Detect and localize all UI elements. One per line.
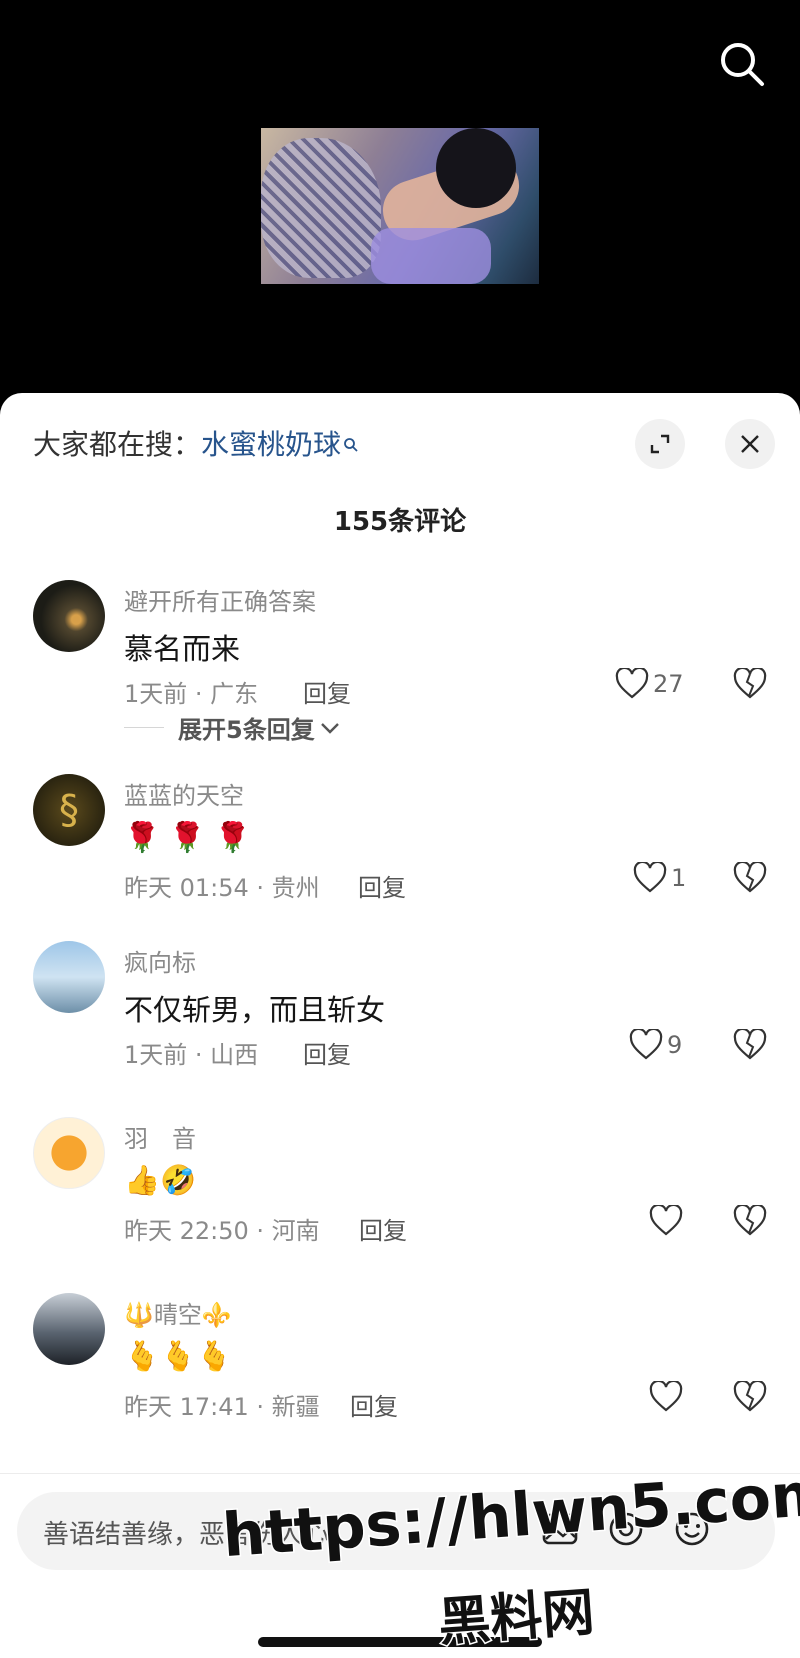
- reply-button[interactable]: 回复: [359, 1211, 407, 1246]
- heart-icon: [629, 1029, 663, 1060]
- comment-author[interactable]: 🔱晴空⚜️: [124, 1295, 232, 1330]
- comment-author[interactable]: 蓝蓝的天空: [124, 776, 244, 811]
- expand-replies-label: 展开5条回复: [178, 716, 315, 744]
- hot-search-bar[interactable]: 大家都在搜：水蜜桃奶球: [33, 423, 359, 463]
- comment-sheet: 大家都在搜：水蜜桃奶球 155条评论 避开所有正确答案 慕名而来 1天前 · 广…: [0, 393, 800, 1657]
- like-button[interactable]: 1: [633, 862, 686, 894]
- broken-heart-icon: [733, 666, 767, 699]
- heart-icon: [649, 1381, 683, 1412]
- dislike-button[interactable]: [733, 1203, 767, 1241]
- comment-count: 155条评论: [333, 507, 467, 537]
- heart-icon: [633, 862, 667, 893]
- reply-button[interactable]: 回复: [358, 868, 406, 903]
- search-icon: [343, 427, 359, 460]
- avatar[interactable]: [33, 580, 105, 652]
- video-area[interactable]: [0, 0, 800, 400]
- dislike-button[interactable]: [733, 860, 767, 898]
- comment-text: 👍🤣: [124, 1163, 197, 1197]
- close-button[interactable]: [725, 419, 775, 469]
- comment-meta: 昨天 17:41 · 新疆: [124, 1393, 320, 1421]
- fullscreen-button[interactable]: [635, 419, 685, 469]
- reply-button[interactable]: 回复: [303, 1035, 351, 1070]
- comment-author[interactable]: 羽 音: [124, 1119, 196, 1154]
- comment-meta: 1天前 · 广东: [124, 680, 259, 708]
- avatar[interactable]: [33, 941, 105, 1013]
- comment-text: 🌹 🌹 🌹: [124, 820, 251, 854]
- broken-heart-icon: [733, 1027, 767, 1060]
- like-button[interactable]: [649, 1381, 683, 1413]
- comment-author[interactable]: 避开所有正确答案: [124, 582, 316, 617]
- comment-meta: 昨天 01:54 · 贵州: [124, 874, 320, 902]
- broken-heart-icon: [733, 860, 767, 893]
- comment-text: 慕名而来: [124, 632, 241, 666]
- heart-icon: [615, 668, 649, 699]
- reply-button[interactable]: 回复: [350, 1387, 398, 1422]
- avatar[interactable]: [33, 1293, 105, 1365]
- like-button[interactable]: 9: [629, 1029, 682, 1061]
- like-count: 9: [667, 1031, 683, 1059]
- dislike-button[interactable]: [733, 1379, 767, 1417]
- comment-text: 🫰🫰🫰: [124, 1339, 233, 1373]
- search-icon[interactable]: [718, 40, 766, 88]
- comment-meta: 昨天 22:50 · 河南: [124, 1217, 320, 1245]
- divider: [124, 727, 164, 728]
- comment-author[interactable]: 疯向标: [124, 943, 196, 978]
- dislike-button[interactable]: [733, 1027, 767, 1065]
- like-count: 27: [653, 670, 684, 698]
- like-button[interactable]: 27: [615, 668, 684, 700]
- like-button[interactable]: [649, 1205, 683, 1237]
- expand-icon: [650, 434, 670, 454]
- chevron-down-icon: [320, 722, 339, 734]
- avatar[interactable]: [33, 1117, 105, 1189]
- hot-search-prefix: 大家都在搜：: [33, 428, 202, 461]
- watermark-name: 黑料网: [435, 1581, 598, 1655]
- avatar[interactable]: §: [33, 774, 105, 846]
- video-thumbnail[interactable]: [261, 128, 539, 284]
- heart-icon: [649, 1205, 683, 1236]
- hot-search-keyword[interactable]: 水蜜桃奶球: [201, 428, 341, 461]
- reply-button[interactable]: 回复: [303, 674, 351, 709]
- comment-meta: 1天前 · 山西: [124, 1041, 259, 1069]
- like-count: 1: [671, 864, 687, 892]
- dislike-button[interactable]: [733, 666, 767, 704]
- comment-text: 不仅斩男，而且斩女: [124, 993, 386, 1027]
- close-icon: [741, 435, 759, 453]
- broken-heart-icon: [733, 1379, 767, 1412]
- broken-heart-icon: [733, 1203, 767, 1236]
- expand-replies-button[interactable]: 展开5条回复: [124, 710, 341, 745]
